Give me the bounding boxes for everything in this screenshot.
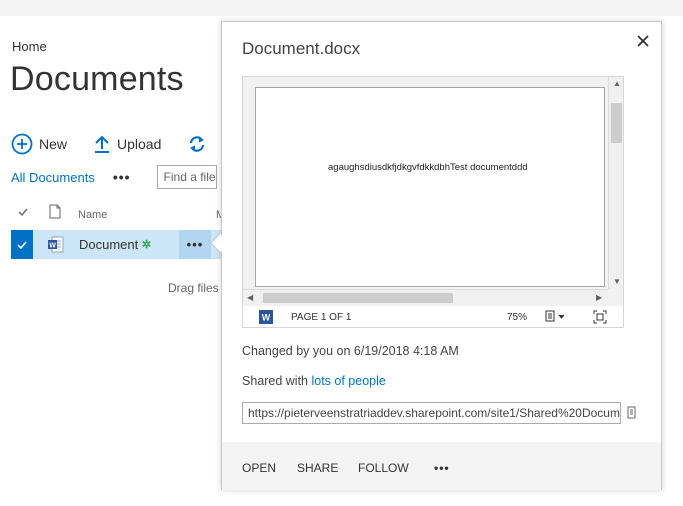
document-preview[interactable]: agaughsdiusdkfjdkgvfdkkdbhTest documentd… bbox=[242, 76, 624, 328]
new-label: New bbox=[39, 136, 68, 152]
upload-button[interactable]: Upload bbox=[93, 134, 161, 154]
find-file-input[interactable]: Find a file bbox=[156, 165, 217, 189]
new-item-icon: ✲ bbox=[142, 239, 152, 251]
view-row: All Documents ••• Find a file bbox=[11, 165, 217, 189]
sync-button[interactable] bbox=[187, 134, 213, 154]
page-indicator: PAGE 1 OF 1 bbox=[291, 312, 352, 323]
column-header-name[interactable]: Name bbox=[78, 209, 107, 221]
document-callout: Document.docx agaughsdiusdkfjdkgvfdkkdbh… bbox=[221, 21, 662, 490]
callout-title: Document.docx bbox=[242, 39, 361, 58]
word-document-icon: W bbox=[48, 236, 64, 253]
upload-label: Upload bbox=[117, 136, 162, 152]
fit-to-window-icon[interactable] bbox=[593, 310, 607, 324]
preview-page: agaughsdiusdkfjdkgvfdkkdbhTest documentd… bbox=[255, 87, 605, 287]
row-select-checkbox[interactable] bbox=[11, 230, 33, 259]
preview-page-text: agaughsdiusdkfjdkgvfdkkdbhTest documentd… bbox=[328, 162, 528, 173]
svg-text:W: W bbox=[49, 242, 56, 249]
command-bar: New Upload bbox=[11, 132, 239, 156]
svg-text:W: W bbox=[262, 313, 271, 323]
table-row[interactable]: W Document ✲ ••• bbox=[11, 230, 221, 259]
shared-people-link[interactable]: lots of people bbox=[311, 374, 385, 388]
sync-icon bbox=[190, 136, 205, 152]
changed-by-text: Changed by you on 6/19/2018 4:18 AM bbox=[242, 344, 459, 358]
share-button[interactable]: SHARE bbox=[297, 461, 338, 475]
scroll-right-arrow-icon[interactable]: ▶ bbox=[596, 293, 602, 302]
row-more-actions-button[interactable]: ••• bbox=[179, 230, 211, 259]
page-layout-dropdown-icon[interactable] bbox=[545, 310, 567, 322]
zoom-level[interactable]: 75% bbox=[507, 312, 527, 323]
scroll-down-arrow-icon[interactable]: ▼ bbox=[613, 277, 621, 286]
view-selector-all-documents[interactable]: All Documents bbox=[11, 170, 95, 185]
open-button[interactable]: OPEN bbox=[242, 461, 276, 475]
page-title: Documents bbox=[10, 60, 184, 98]
close-icon[interactable] bbox=[635, 33, 651, 49]
scroll-left-arrow-icon[interactable]: ◀ bbox=[247, 293, 253, 302]
shared-with-text: Shared with lots of people bbox=[242, 374, 386, 388]
horizontal-scrollbar[interactable]: ◀ ▶ bbox=[243, 289, 608, 305]
upload-arrow-icon bbox=[95, 135, 110, 153]
breadcrumb[interactable]: Home bbox=[12, 39, 47, 54]
follow-button[interactable]: FOLLOW bbox=[358, 461, 409, 475]
copy-link-icon[interactable] bbox=[627, 406, 637, 420]
document-url-field[interactable]: https://pieterveenstratriaddev.sharepoin… bbox=[242, 402, 621, 424]
callout-more-button[interactable]: ••• bbox=[434, 461, 450, 475]
document-name-link[interactable]: Document bbox=[79, 237, 138, 252]
preview-status-bar: W PAGE 1 OF 1 75% bbox=[243, 306, 623, 327]
checkmark-icon bbox=[17, 240, 27, 249]
shared-prefix: Shared with bbox=[242, 374, 312, 388]
new-button[interactable]: New bbox=[11, 133, 67, 155]
word-app-icon: W bbox=[259, 310, 273, 324]
scroll-up-arrow-icon[interactable]: ▲ bbox=[613, 79, 621, 88]
callout-actions: OPEN SHARE FOLLOW ••• bbox=[222, 442, 661, 490]
horizontal-scroll-thumb[interactable] bbox=[263, 293, 453, 303]
vertical-scroll-thumb[interactable] bbox=[611, 103, 622, 143]
suite-bar bbox=[0, 0, 683, 16]
list-header: Name M bbox=[11, 204, 225, 224]
select-all-checkmark-icon[interactable] bbox=[17, 206, 29, 218]
vertical-scrollbar[interactable]: ▲ ▼ bbox=[608, 77, 623, 289]
view-more-button[interactable]: ••• bbox=[113, 169, 131, 185]
file-type-icon bbox=[49, 204, 61, 219]
plus-circle-icon bbox=[11, 133, 33, 155]
drag-files-hint: Drag files I bbox=[168, 281, 226, 295]
